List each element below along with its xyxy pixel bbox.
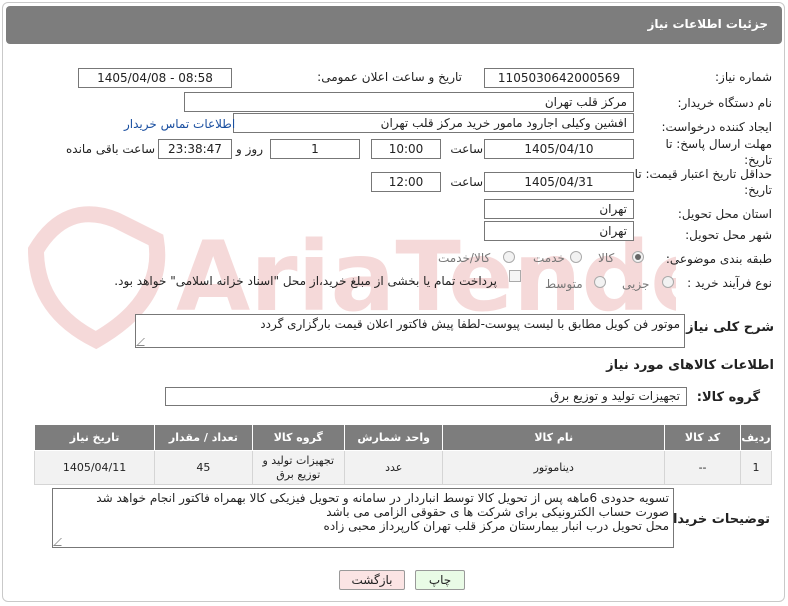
col-date: تاریخ نیاز [33, 424, 156, 451]
treasury-payment-note: پرداخت تمام یا بخشی از مبلغ خرید،از محل … [114, 274, 497, 288]
price-validity-date-field: 1405/04/31 [484, 172, 634, 192]
cell-unit: عدد [343, 450, 444, 485]
category-option-goods: کالا [598, 251, 615, 265]
remaining-days-field: 1 [270, 139, 360, 159]
days-label: روز و [236, 142, 263, 156]
description-label: شرح کلی نیاز: [680, 320, 774, 335]
cell-qty: 45 [154, 450, 253, 485]
delivery-city-label: شهر محل تحویل: [685, 228, 772, 242]
price-validity-time-field: 12:00 [371, 172, 441, 192]
need-number-label: شماره نیاز: [715, 70, 772, 84]
buyer-notes-line-3: محل تحویل درب انبار بیمارستان مرکز قلب ت… [323, 519, 669, 533]
treasury-payment-checkbox[interactable] [509, 270, 521, 282]
cell-code: -- [664, 450, 741, 485]
items-table-header: ردیف کد کالا نام کالا واحد شمارش گروه کا… [33, 424, 772, 451]
print-button[interactable]: چاپ [415, 570, 465, 590]
col-group: گروه کالا [251, 424, 345, 451]
goods-group-label: گروه کالا: [696, 390, 760, 405]
col-row: ردیف [740, 424, 772, 451]
need-number-field: 1105030642000569 [484, 68, 634, 88]
back-button[interactable]: بازگشت [339, 570, 405, 590]
process-radio-minor[interactable] [662, 276, 674, 288]
col-qty: تعداد / مقدار [154, 424, 253, 451]
buyer-notes-line-2: صورت حساب الکترونیکی برای شرکت ها ی حقوق… [326, 505, 669, 519]
category-radio-goods[interactable] [632, 251, 644, 263]
cell-date: 1405/04/11 [33, 450, 156, 485]
process-option-minor: جزیی [622, 277, 650, 291]
buyer-org-field: مرکز قلب تهران [184, 92, 634, 112]
category-radio-service[interactable] [570, 251, 582, 263]
goods-group-field: تجهیزات تولید و توزیع برق [165, 387, 687, 406]
delivery-city-field: تهران [484, 221, 634, 241]
buyer-org-label: نام دستگاه خریدار: [677, 96, 773, 110]
announce-datetime-label: تاریخ و ساعت اعلان عمومی: [317, 70, 462, 84]
remaining-time-label: ساعت باقی مانده [66, 142, 156, 156]
buyer-notes-textarea: تسویه حدودی 6ماهه پس از تحویل کالا توسط … [52, 488, 674, 548]
process-radio-medium[interactable] [594, 276, 606, 288]
price-validity-time-label: ساعت [450, 175, 483, 189]
goods-section-title: اطلاعات کالاهای مورد نیاز [606, 358, 774, 373]
category-radio-goods-service[interactable] [503, 251, 515, 263]
requester-field: افشین وکیلی اجارود مامور خرید مرکز قلب ت… [233, 113, 634, 133]
category-option-goods-service: کالا/خدمت [438, 251, 491, 265]
category-label: طبقه بندی موضوعی: [665, 252, 772, 266]
delivery-province-label: استان محل تحویل: [677, 207, 772, 221]
col-name: نام کالا [442, 424, 666, 451]
remaining-time-field: 23:38:47 [158, 139, 232, 159]
buyer-notes-label: توضیحات خریدار: [660, 512, 770, 527]
announce-datetime-field: 1405/04/08 - 08:58 [78, 68, 232, 88]
col-code: کد کالا [664, 424, 741, 451]
page-title: جزئیات اطلاعات نیاز [647, 17, 768, 31]
description-textarea: موتور فن کویل مطابق با لیست پیوست-لطفا پ… [135, 314, 685, 348]
category-option-service: خدمت [533, 251, 565, 265]
buyer-notes-line-1: تسویه حدودی 6ماهه پس از تحویل کالا توسط … [96, 491, 669, 505]
response-time-field: 10:00 [371, 139, 441, 159]
cell-row: 1 [740, 450, 772, 485]
description-text: موتور فن کویل مطابق با لیست پیوست-لطفا پ… [260, 317, 680, 331]
process-option-medium: متوسط [545, 277, 583, 291]
response-date-field: 1405/04/10 [484, 139, 634, 159]
requester-label: ایجاد کننده درخواست: [661, 120, 772, 134]
table-row: 1 -- دیناموتور عدد تجهیزات تولید و توزیع… [33, 450, 772, 485]
delivery-province-field: تهران [484, 199, 634, 219]
response-time-label: ساعت [450, 142, 483, 156]
buyer-contact-link[interactable]: اطلاعات تماس خریدار [124, 117, 235, 131]
cell-name: دیناموتور [442, 450, 666, 485]
price-validity-label: حداقل تاریخ اعتبار قیمت: تا تاریخ: [634, 167, 772, 197]
purchase-process-label: نوع فرآیند خرید : [687, 276, 772, 290]
col-unit: واحد شمارش [343, 424, 444, 451]
response-deadline-label: مهلت ارسال پاسخ: تا تاریخ: [665, 137, 772, 167]
items-table: ردیف کد کالا نام کالا واحد شمارش گروه کا… [33, 424, 772, 485]
cell-group: تجهیزات تولید و توزیع برق [251, 450, 345, 485]
